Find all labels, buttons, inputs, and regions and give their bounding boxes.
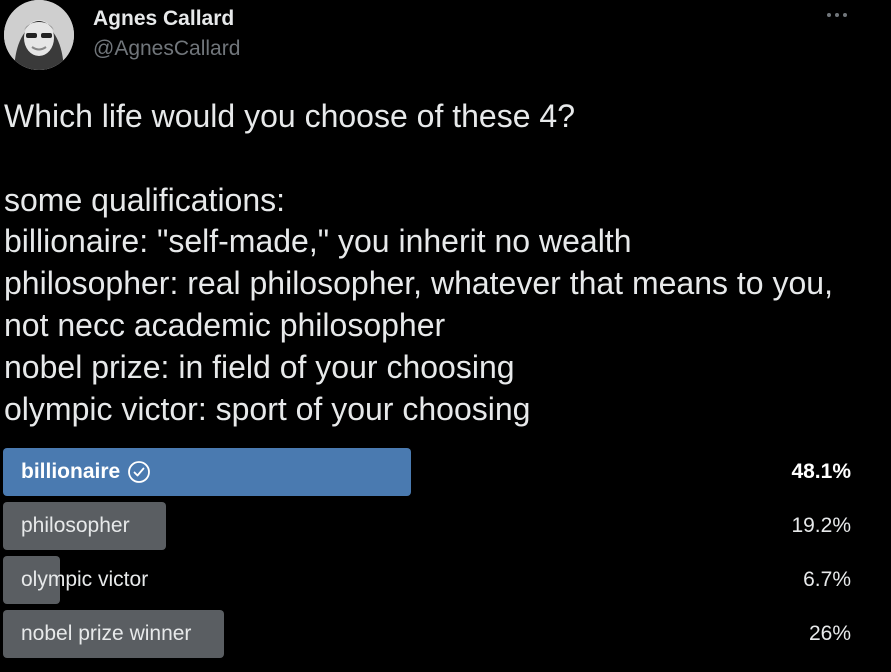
profile-photo-icon	[4, 0, 74, 70]
poll: billionaire 48.1% philosopher 19.2% olym…	[3, 448, 859, 664]
poll-option-label: billionaire	[21, 448, 151, 496]
more-options-button[interactable]	[822, 4, 852, 26]
poll-option-label: nobel prize winner	[21, 610, 191, 658]
poll-option-percent: 26%	[808, 622, 851, 645]
more-horizontal-icon	[827, 13, 847, 17]
poll-option-text: philosopher	[21, 514, 130, 537]
poll-option-nobel-prize-winner[interactable]: nobel prize winner 26%	[3, 610, 859, 658]
poll-option-olympic-victor[interactable]: olympic victor 6.7%	[3, 556, 859, 604]
poll-option-label: olympic victor	[21, 556, 148, 604]
author-handle[interactable]: @AgnesCallard	[93, 37, 240, 61]
poll-option-text: nobel prize winner	[21, 622, 192, 645]
poll-option-text: olympic victor	[21, 568, 149, 591]
poll-option-percent: 19.2%	[791, 514, 851, 537]
tweet-text: Which life would you choose of these 4? …	[4, 98, 833, 427]
poll-option-philosopher[interactable]: philosopher 19.2%	[3, 502, 859, 550]
poll-option-percent: 48.1%	[791, 460, 851, 483]
poll-option-text: billionaire	[21, 460, 121, 483]
poll-option-percent: 6.7%	[803, 568, 851, 591]
poll-option-billionaire[interactable]: billionaire 48.1%	[3, 448, 859, 496]
poll-option-label: philosopher	[21, 502, 130, 550]
check-circle-icon	[127, 460, 151, 484]
avatar[interactable]	[4, 0, 74, 70]
author-name[interactable]: Agnes Callard	[93, 7, 234, 31]
